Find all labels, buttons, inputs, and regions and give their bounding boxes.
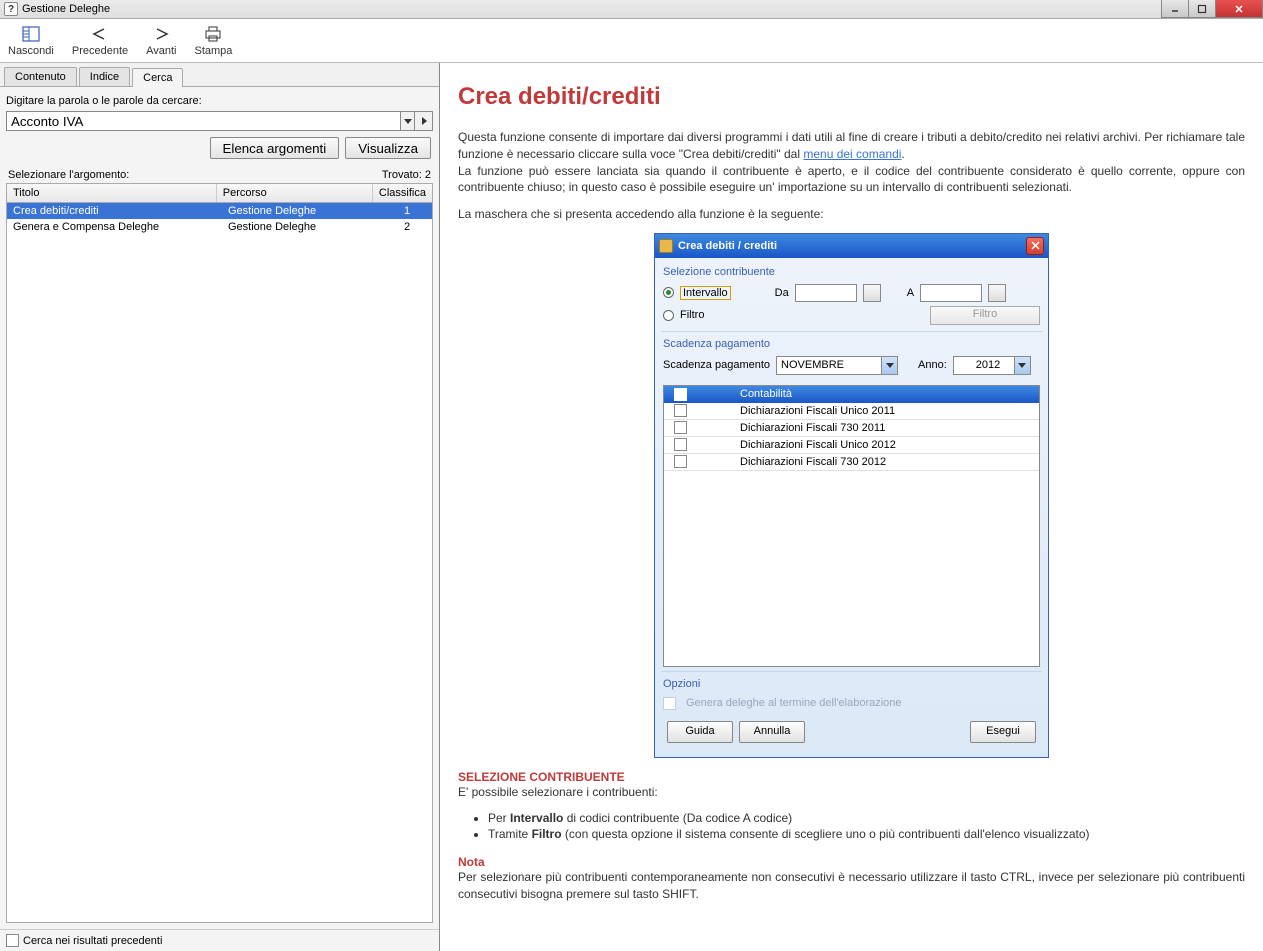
radio-intervallo-label: Intervallo <box>680 286 731 300</box>
col-rank[interactable]: Classifica <box>373 184 432 202</box>
arrow-left-icon <box>89 23 111 45</box>
list-item-checkbox[interactable] <box>674 438 687 451</box>
filtro-button[interactable]: Filtro <box>930 306 1040 325</box>
toolbar: Nascondi Precedente Avanti Stampa <box>0 19 1263 63</box>
list-item[interactable]: Dichiarazioni Fiscali Unico 2011 <box>664 403 1039 420</box>
a-lookup-button[interactable] <box>988 284 1006 302</box>
search-prompt: Digitare la parola o le parole da cercar… <box>6 95 433 107</box>
nota-heading: Nota <box>458 855 1245 869</box>
section-scadenza-pagamento: Scadenza pagamento <box>663 336 1040 354</box>
opzione-checkbox[interactable] <box>663 697 676 710</box>
prev-button[interactable]: Precedente <box>72 21 128 60</box>
chevron-down-icon <box>881 357 897 374</box>
da-lookup-button[interactable] <box>863 284 881 302</box>
hide-icon <box>20 23 42 45</box>
col-path[interactable]: Percorso <box>217 184 373 202</box>
a-input[interactable] <box>920 284 982 302</box>
list-item[interactable]: Dichiarazioni Fiscali 730 2011 <box>664 420 1039 437</box>
dialog-icon <box>659 239 673 253</box>
printer-icon <box>202 23 224 45</box>
guida-button[interactable]: Guida <box>667 721 733 743</box>
crea-debiti-dialog: Crea debiti / crediti Selezione contribu… <box>654 233 1049 758</box>
programs-list: Contabilità Dichiarazioni Fiscali Unico … <box>663 385 1040 667</box>
intro-paragraph: Questa funzione consente di importare da… <box>458 129 1245 196</box>
minimize-button[interactable] <box>1161 0 1189 18</box>
close-button[interactable] <box>1215 0 1263 18</box>
esegui-button[interactable]: Esegui <box>970 721 1036 743</box>
window-titlebar: ? Gestione Deleghe <box>0 0 1263 19</box>
list-topics-button[interactable]: Elenca argomenti <box>210 137 340 159</box>
list-item[interactable]: Dichiarazioni Fiscali Unico 2012 <box>664 437 1039 454</box>
arrow-right-icon <box>150 23 172 45</box>
bullet-list: Per Intervallo di codici contribuente (D… <box>488 811 1245 841</box>
list-item-checkbox[interactable] <box>674 404 687 417</box>
dialog-titlebar: Crea debiti / crediti <box>655 234 1048 258</box>
hide-button[interactable]: Nascondi <box>8 21 54 60</box>
section-selezione-contribuente: Selezione contribuente <box>663 264 1040 282</box>
radio-intervallo[interactable] <box>663 287 674 298</box>
nota-text: Per selezionare più contribuenti contemp… <box>458 869 1245 903</box>
prev-results-checkbox[interactable] <box>6 934 19 947</box>
menu-dei-comandi-link[interactable]: menu dei comandi <box>803 147 901 161</box>
list-header-checkbox[interactable] <box>674 388 687 401</box>
search-input[interactable] <box>6 111 401 131</box>
annulla-button[interactable]: Annulla <box>739 721 805 743</box>
result-row[interactable]: Genera e Compensa Deleghe Gestione Deleg… <box>7 219 432 235</box>
radio-filtro[interactable] <box>663 310 674 321</box>
da-input[interactable] <box>795 284 857 302</box>
col-title[interactable]: Titolo <box>7 184 217 202</box>
search-dropdown-button[interactable] <box>401 111 415 131</box>
section-opzioni: Opzioni <box>663 676 1040 694</box>
list-item[interactable]: Dichiarazioni Fiscali 730 2012 <box>664 454 1039 471</box>
prev-results-label: Cerca nei risultati precedenti <box>23 935 162 947</box>
print-button[interactable]: Stampa <box>195 21 233 60</box>
tab-contenuto[interactable]: Contenuto <box>4 67 77 86</box>
radio-filtro-label: Filtro <box>680 309 704 321</box>
next-button[interactable]: Avanti <box>146 21 176 60</box>
maximize-button[interactable] <box>1188 0 1216 18</box>
help-icon: ? <box>4 2 18 16</box>
dialog-close-button[interactable] <box>1026 237 1044 255</box>
sidebar: Contenuto Indice Cerca Digitare la parol… <box>0 63 440 951</box>
list-item-checkbox[interactable] <box>674 421 687 434</box>
dialog-title: Crea debiti / crediti <box>678 240 777 252</box>
chevron-down-icon <box>1014 357 1030 374</box>
result-row[interactable]: Crea debiti/crediti Gestione Deleghe 1 <box>7 203 432 219</box>
select-topic-label: Selezionare l'argomento: <box>8 169 129 181</box>
content-area: Crea debiti/crediti Questa funzione cons… <box>440 63 1263 951</box>
page-title: Crea debiti/crediti <box>458 83 1245 111</box>
results-table: Titolo Percorso Classifica Crea debiti/c… <box>6 183 433 923</box>
scadenza-select[interactable]: NOVEMBRE <box>776 356 898 375</box>
mask-intro: La maschera che si presenta accedendo al… <box>458 206 1245 223</box>
window-title: Gestione Deleghe <box>22 3 110 15</box>
anno-select[interactable]: 2012 <box>953 356 1031 375</box>
show-button[interactable]: Visualizza <box>345 137 431 159</box>
section-heading: SELEZIONE CONTRIBUENTE <box>458 770 1245 784</box>
search-go-button[interactable] <box>415 111 433 131</box>
list-item-checkbox[interactable] <box>674 455 687 468</box>
found-count: Trovato: 2 <box>382 169 431 181</box>
tab-indice[interactable]: Indice <box>79 67 130 86</box>
tab-cerca[interactable]: Cerca <box>132 68 183 87</box>
